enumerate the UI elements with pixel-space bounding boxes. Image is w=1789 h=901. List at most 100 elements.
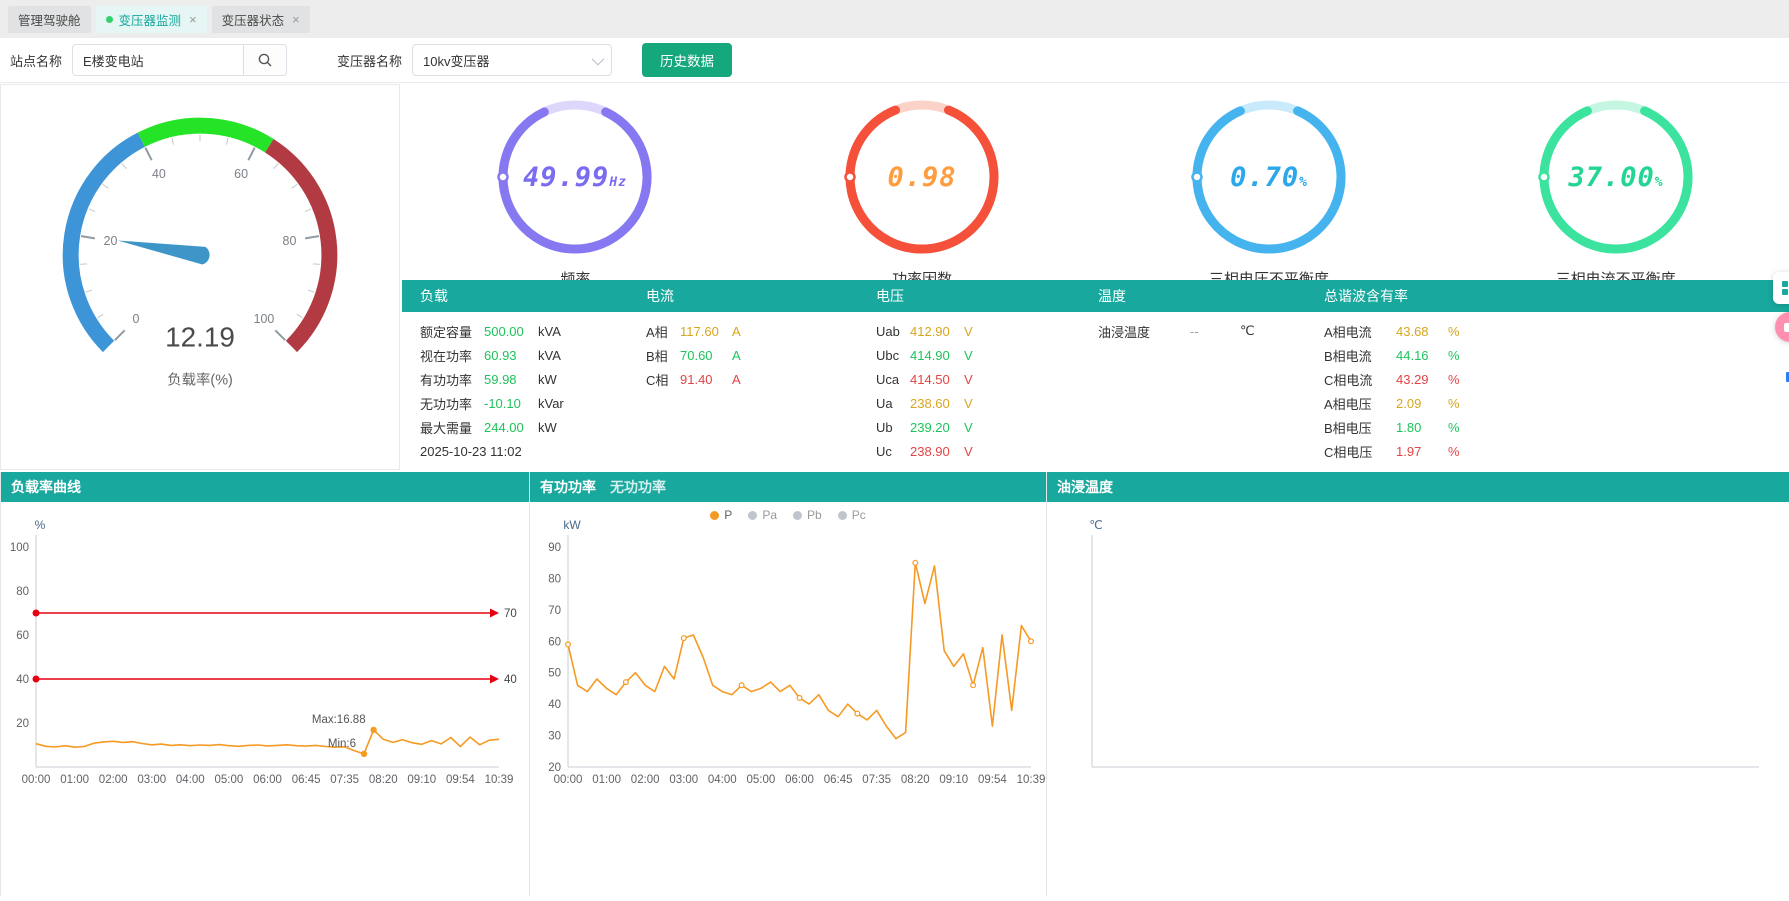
table-row: 油浸温度--℃ (1080, 319, 1306, 343)
site-name-input[interactable] (72, 44, 243, 76)
legend-dot (710, 511, 719, 520)
load-rate-gauge: 020406080100 12.19 负载率(%) (1, 85, 399, 415)
table-column-电流: A相117.60AB相70.60AC相91.40A (628, 319, 858, 463)
svg-text:80: 80 (548, 573, 561, 585)
table-row: A相电流43.68% (1306, 319, 1789, 343)
legend-dot (793, 511, 802, 520)
history-data-button[interactable]: 历史数据 (642, 43, 732, 77)
svg-text:07:35: 07:35 (862, 774, 891, 786)
chart-svg: ℃ (1047, 502, 1789, 896)
oil-temp-chart-body: ℃ (1047, 502, 1789, 896)
legend-item-Pb[interactable]: Pb (793, 508, 822, 522)
svg-text:70: 70 (504, 608, 517, 620)
row-unit: V (964, 348, 973, 363)
row-unit: % (1448, 444, 1460, 459)
row-value: 412.90 (910, 324, 964, 339)
table-row: C相91.40A (628, 367, 858, 391)
svg-text:60: 60 (16, 630, 29, 642)
tab-label: 管理驾驶舱 (18, 10, 81, 29)
row-unit: % (1448, 396, 1460, 411)
row-label: 有功功率 (420, 370, 484, 389)
row-value: 244.00 (484, 420, 538, 435)
row-unit: V (964, 396, 973, 411)
svg-text:%: % (35, 518, 46, 532)
row-label: C相电流 (1324, 370, 1396, 389)
tab-active-dot (106, 16, 113, 23)
svg-text:37.00%: 37.00% (1567, 162, 1663, 193)
row-value: 44.16 (1396, 348, 1448, 363)
svg-text:40: 40 (16, 674, 29, 686)
row-value: 59.98 (484, 372, 538, 387)
chart-title: 油浸温度 (1057, 477, 1113, 497)
row-value: 1.97 (1396, 444, 1448, 459)
tab-管理驾驶舱[interactable]: 管理驾驶舱 (8, 6, 91, 33)
table-row: C相电流43.29% (1306, 367, 1789, 391)
table-row: B相70.60A (628, 343, 858, 367)
chart-title-primary[interactable]: 有功功率 (540, 477, 596, 497)
row-unit: kVar (538, 396, 564, 411)
svg-text:Min:6: Min:6 (328, 738, 356, 750)
search-icon (257, 52, 273, 68)
svg-text:30: 30 (548, 731, 561, 743)
svg-text:40: 40 (504, 674, 517, 686)
floating-widget-apps[interactable] (1773, 272, 1789, 304)
ring-gauge-svg: 0.98 (837, 92, 1007, 262)
table-row: Ua238.60V (858, 391, 1080, 415)
table-header-电流: 电流 (628, 286, 858, 306)
ring-gauge-svg: 37.00% (1531, 92, 1701, 262)
row-value: 239.20 (910, 420, 964, 435)
svg-text:02:00: 02:00 (631, 774, 660, 786)
table-column-负载: 额定容量500.00kVA视在功率60.93kVA有功功率59.98kW无功功率… (402, 319, 628, 463)
svg-text:01:00: 01:00 (592, 774, 621, 786)
oil-temp-chart-panel: 油浸温度 ℃ (1047, 472, 1789, 896)
svg-text:08:20: 08:20 (369, 774, 398, 786)
row-value: 43.29 (1396, 372, 1448, 387)
legend-label: Pc (852, 508, 866, 522)
table-row: Ub239.20V (858, 415, 1080, 439)
row-value: 91.40 (680, 372, 732, 387)
row-label: C相电压 (1324, 442, 1396, 461)
tab-close-icon[interactable]: × (292, 13, 300, 26)
search-button[interactable] (243, 44, 287, 76)
chart-canvas: %2040608010000:0001:0002:0003:0004:0005:… (1, 502, 529, 901)
power-chart-body: PPaPbPckW203040506070809000:0001:0002:00… (530, 502, 1046, 896)
row-unit: % (1448, 324, 1460, 339)
legend-dot (838, 511, 847, 520)
transformer-select[interactable]: 10kv变压器 (412, 44, 612, 76)
tab-label: 变压器状态 (222, 10, 285, 29)
svg-text:03:00: 03:00 (137, 774, 166, 786)
svg-text:10:39: 10:39 (1017, 774, 1046, 786)
table-row: 2025-10-23 11:02 (402, 439, 628, 463)
svg-text:40: 40 (152, 167, 166, 181)
row-label: B相 (646, 346, 680, 365)
tab-变压器状态[interactable]: 变压器状态 × (212, 6, 310, 33)
row-unit: ℃ (1240, 323, 1255, 339)
chart-canvas: ℃ (1047, 502, 1789, 901)
svg-text:80: 80 (283, 234, 297, 248)
table-row: Uca414.50V (858, 367, 1080, 391)
table-header-温度: 温度 (1080, 286, 1306, 306)
chart-title-secondary[interactable]: 无功功率 (610, 477, 666, 497)
floating-widget-service[interactable] (1775, 312, 1789, 342)
legend-item-Pa[interactable]: Pa (748, 508, 777, 522)
legend-item-P[interactable]: P (710, 508, 732, 522)
load-rate-chart-header: 负载率曲线 (1, 472, 529, 502)
row-value: -10.10 (484, 396, 538, 411)
load-rate-chart-panel: 负载率曲线 %2040608010000:0001:0002:0003:0004… (0, 472, 530, 896)
row-label: 油浸温度 (1098, 322, 1190, 341)
svg-text:08:20: 08:20 (901, 774, 930, 786)
gauge-needle (116, 232, 211, 266)
tab-变压器监测[interactable]: 变压器监测× (96, 6, 207, 33)
row-label: 额定容量 (420, 322, 484, 341)
table-header-负载: 负载 (402, 286, 628, 306)
svg-text:20: 20 (548, 762, 561, 774)
row-label: A相电流 (1324, 322, 1396, 341)
table-column-电压: Uab412.90VUbc414.90VUca414.50VUa238.60VU… (858, 319, 1080, 463)
row-label: Ubc (876, 348, 910, 363)
row-value: -- (1190, 324, 1240, 339)
table-column-总谐波含有率: A相电流43.68%B相电流44.16%C相电流43.29%A相电压2.09%B… (1306, 319, 1789, 463)
legend-item-Pc[interactable]: Pc (838, 508, 866, 522)
row-label: B相电流 (1324, 346, 1396, 365)
row-label: 2025-10-23 11:02 (420, 444, 522, 459)
tab-close-icon[interactable]: × (189, 13, 197, 26)
